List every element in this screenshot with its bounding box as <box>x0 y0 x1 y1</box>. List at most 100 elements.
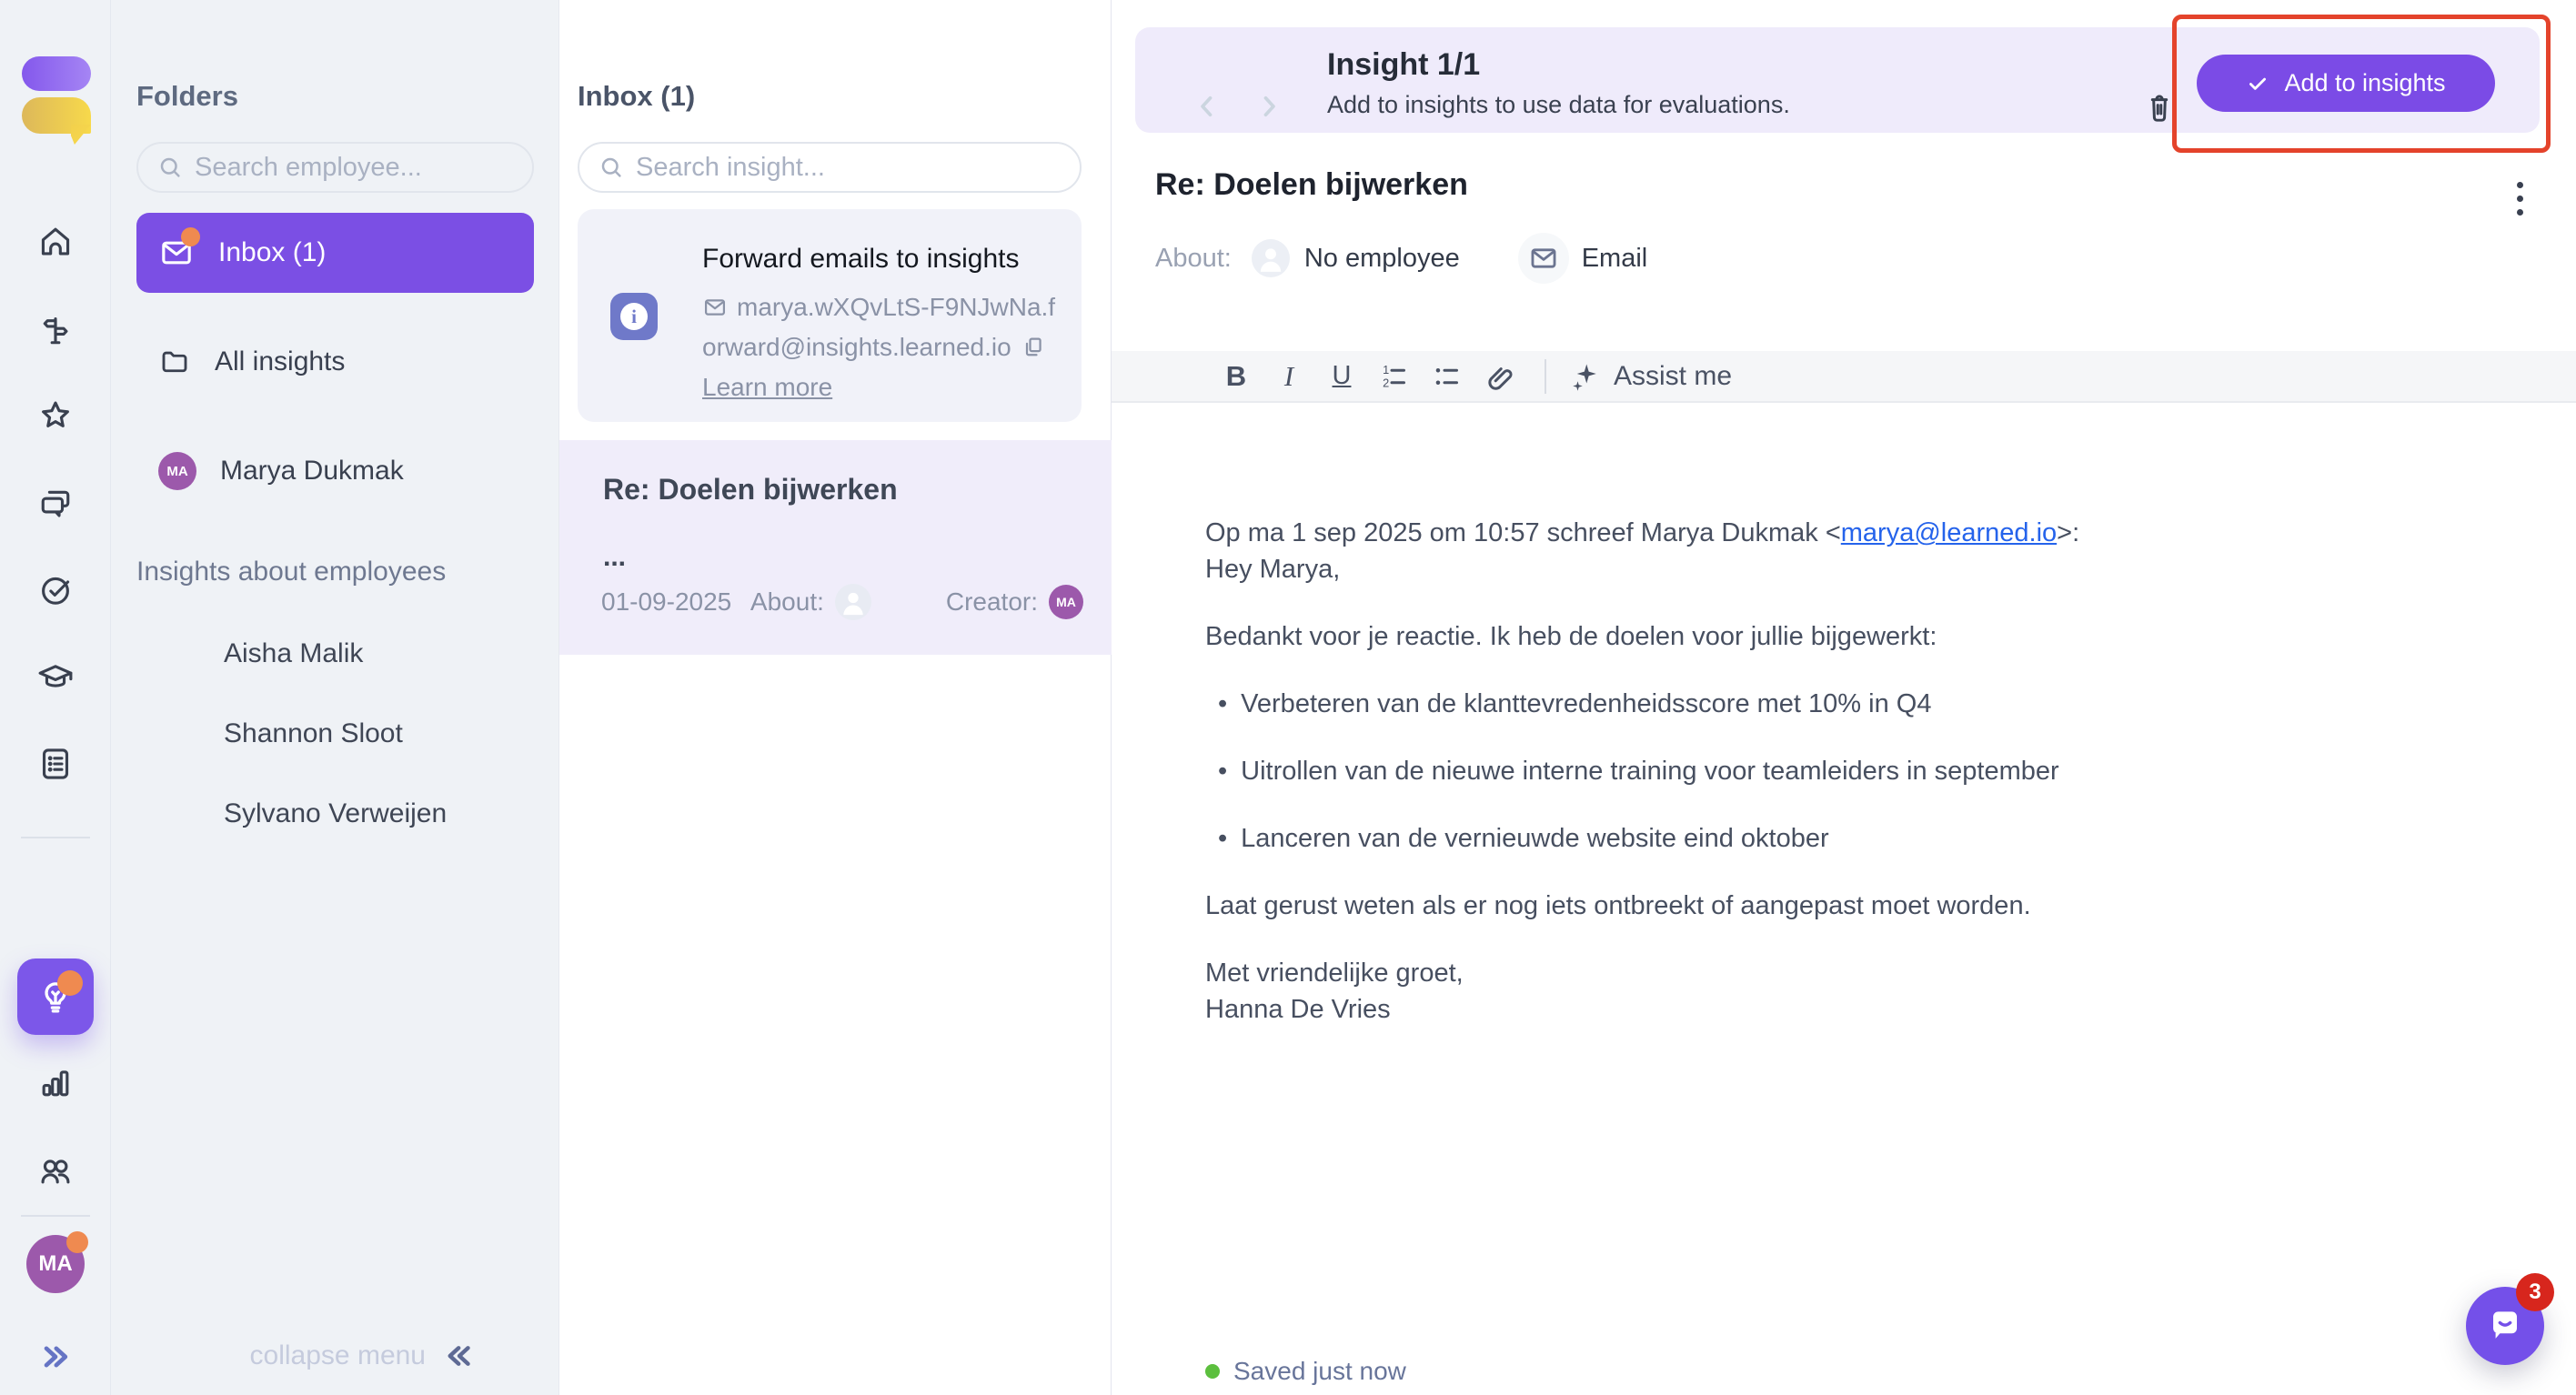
employee-name: Aisha Malik <box>224 638 363 669</box>
bold-button[interactable]: B <box>1213 356 1259 397</box>
assist-me-button[interactable]: Assist me <box>1568 360 1732 393</box>
email-bullet-item: Uitrollen van de nieuwe interne training… <box>1205 753 2479 789</box>
icon-rail: MA <box>0 0 111 1395</box>
inbox-item-date: 01-09-2025 <box>601 587 750 617</box>
mail-icon <box>702 295 728 320</box>
expand-menu-icon[interactable] <box>37 1339 74 1380</box>
learned-logo <box>22 56 91 134</box>
ordered-list-button[interactable]: 12 <box>1372 356 1417 397</box>
email-subject: Re: Doelen bijwerken <box>1155 167 1468 203</box>
insights-notification-dot <box>57 970 83 996</box>
conversations-icon[interactable] <box>35 482 76 524</box>
email-address-link[interactable]: marya@learned.io <box>1841 518 2057 547</box>
check-icon <box>2246 72 2269 95</box>
save-status-label: Saved just now <box>1233 1357 1406 1386</box>
email-body[interactable]: Op ma 1 sep 2025 om 10:57 schreef Marya … <box>1205 515 2479 1059</box>
app-root: MA Folders Inbox (1) All insights MA Mar <box>0 0 2576 1395</box>
inbox-item-selected[interactable]: Re: Doelen bijwerken ... 01-09-2025 Abou… <box>559 440 1112 655</box>
save-status: Saved just now <box>1205 1357 1406 1386</box>
employee-name: Sylvano Verweijen <box>224 798 447 829</box>
chevron-left-icon <box>1192 91 1223 122</box>
saved-green-dot <box>1205 1364 1220 1379</box>
svg-text:1: 1 <box>1383 363 1389 376</box>
collapse-menu-label: collapse menu <box>250 1340 426 1371</box>
creator-avatar: MA <box>1049 585 1083 619</box>
sidebar-item-shannon-sloot[interactable]: Shannon Sloot <box>136 702 534 766</box>
inbox-panel-title: Inbox (1) <box>578 80 695 113</box>
email-paragraph: Met vriendelijke groet,Hanna De Vries <box>1205 955 2479 1028</box>
inbox-item-title: Re: Doelen bijwerken <box>603 473 898 507</box>
inbox-item-preview: ... <box>603 542 626 573</box>
email-paragraph: Laat gerust weten als er nog iets ontbre… <box>1205 888 2479 924</box>
academy-icon[interactable] <box>35 656 76 698</box>
next-insight-button[interactable] <box>1248 85 1290 127</box>
no-employee-avatar <box>835 584 871 620</box>
copy-icon[interactable] <box>1021 335 1046 360</box>
logo-yellow-bubble <box>22 97 91 134</box>
goals-icon[interactable] <box>35 568 76 610</box>
chat-unread-badge: 3 <box>2516 1273 2554 1311</box>
learn-more-link[interactable]: Learn more <box>702 373 832 402</box>
sidebar-item-sylvano-verweijen[interactable]: Sylvano Verweijen <box>136 782 534 846</box>
insights-lightbulb-icon[interactable] <box>17 958 94 1035</box>
ordered-list-icon: 12 <box>1378 360 1411 393</box>
avatar <box>158 713 200 755</box>
forward-email-part2: orward@insights.learned.io <box>702 333 1011 362</box>
about-value[interactable]: No employee <box>1304 244 1460 274</box>
about-label: About: <box>1155 244 1232 274</box>
employee-name: Shannon Sloot <box>224 718 403 749</box>
add-to-insights-button[interactable]: Add to insights <box>2197 55 2495 112</box>
delete-insight-button[interactable] <box>2138 85 2181 129</box>
sidebar-item-inbox[interactable]: Inbox (1) <box>136 213 534 293</box>
logo-purple-bar <box>22 56 91 91</box>
reports-chart-icon[interactable] <box>35 1062 76 1104</box>
sidebar-item-aisha-malik[interactable]: Aisha Malik <box>136 622 534 686</box>
info-icon: i <box>610 293 658 340</box>
home-icon[interactable] <box>35 220 76 262</box>
chat-support-button[interactable]: 3 <box>2466 1287 2544 1365</box>
user-avatar-initials: MA <box>38 1251 72 1277</box>
avatar: MA <box>158 452 196 490</box>
search-icon <box>156 154 184 181</box>
email-paragraph: Bedankt voor je reactie. Ik heb de doele… <box>1205 618 2479 655</box>
star-icon[interactable] <box>35 395 76 437</box>
avatar <box>158 633 200 675</box>
creator-label: Creator: <box>946 587 1038 617</box>
underline-button[interactable]: U <box>1319 356 1364 397</box>
double-chevron-left-icon <box>442 1339 477 1373</box>
assist-me-label: Assist me <box>1614 361 1732 392</box>
chat-bubble-icon <box>2481 1302 2529 1350</box>
employee-search-input[interactable] <box>195 153 514 183</box>
insight-banner-subtitle: Add to insights to use data for evaluati… <box>1327 91 1790 119</box>
inbox-list-panel: Inbox (1) i Forward emails to insights m… <box>559 0 1112 1395</box>
no-employee-avatar[interactable] <box>1252 239 1290 277</box>
editor-toolbar: B I U 12 Assist me <box>1112 351 2576 403</box>
inbox-label: Inbox (1) <box>218 237 326 268</box>
email-paragraph: Op ma 1 sep 2025 om 10:57 schreef Marya … <box>1205 515 2479 587</box>
employee-search <box>136 142 534 193</box>
insights-section-title: Insights about employees <box>136 557 446 587</box>
rail-divider <box>21 1215 90 1217</box>
notes-icon[interactable] <box>35 743 76 785</box>
rail-divider <box>21 837 90 838</box>
email-bullet-item: Verbeteren van de klanttevredenheidsscor… <box>1205 686 2479 722</box>
italic-button[interactable]: I <box>1266 356 1312 397</box>
link-button[interactable] <box>1477 356 1523 397</box>
bullet-list-button[interactable] <box>1424 356 1470 397</box>
signpost-icon[interactable] <box>35 309 76 351</box>
collapse-menu-button[interactable]: collapse menu <box>250 1339 477 1373</box>
link-icon <box>1484 360 1516 393</box>
avatar <box>158 793 200 835</box>
sidebar-item-marya-dukmak[interactable]: MA Marya Dukmak <box>136 442 534 500</box>
svg-text:2: 2 <box>1383 376 1389 389</box>
more-options-button[interactable] <box>2501 175 2538 222</box>
user-avatar[interactable]: MA <box>26 1235 85 1293</box>
folder-user-label: Marya Dukmak <box>220 456 404 487</box>
prev-insight-button[interactable] <box>1186 85 1228 127</box>
folder-icon <box>158 346 191 378</box>
sidebar-item-all-insights[interactable]: All insights <box>136 333 534 391</box>
insight-search-input[interactable] <box>636 153 1062 183</box>
forward-card-title: Forward emails to insights <box>702 244 1066 275</box>
sparkle-icon <box>1568 360 1601 393</box>
members-users-icon[interactable] <box>35 1149 76 1191</box>
